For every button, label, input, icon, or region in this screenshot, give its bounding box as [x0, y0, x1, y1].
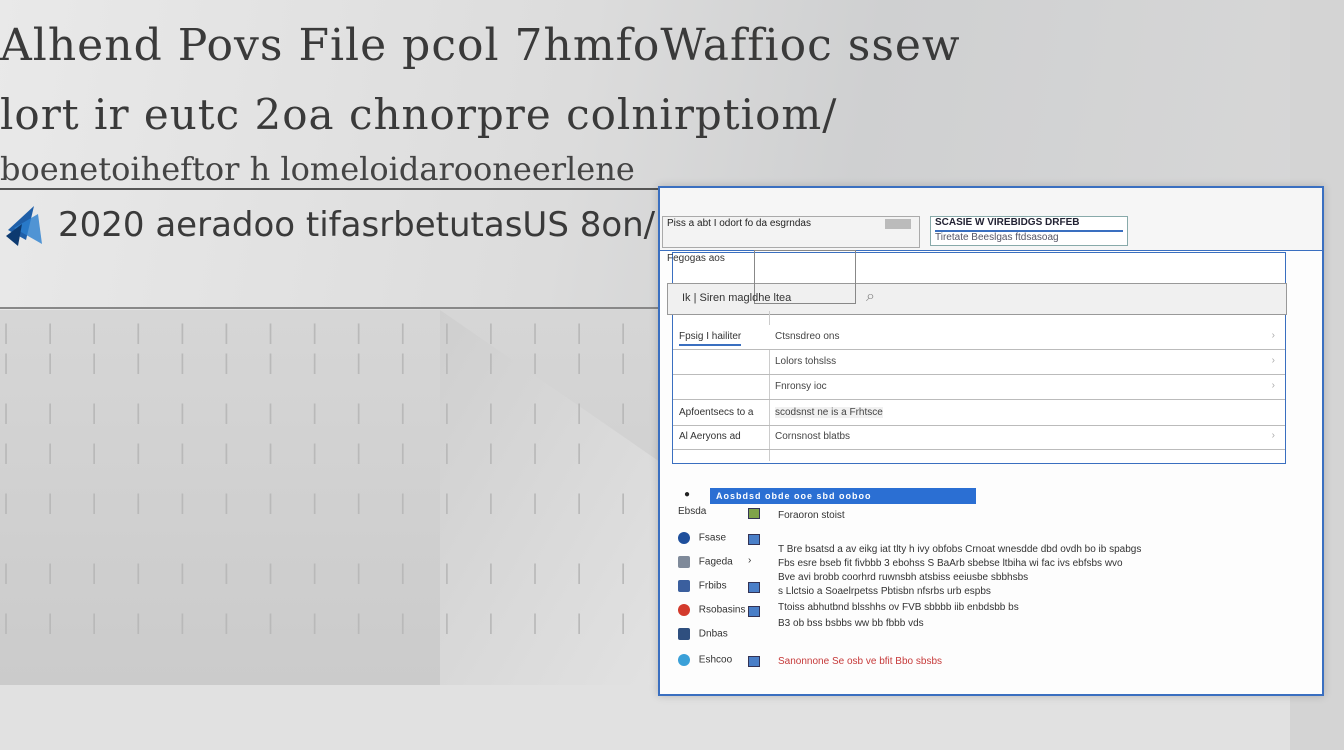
search-bar[interactable]: Ik | Siren magldhe ltea ⌕	[667, 250, 1287, 315]
tab-title: SCASIE W VIREBIDGS DRFEB	[935, 217, 1080, 228]
property-value: Ctsnsdreo ons	[775, 331, 840, 342]
description-line: Fbs esre bseb fit fivbbb 3 ebohss S BaAr…	[778, 558, 1123, 569]
properties-panel: Fegogas aos Ik | Siren magldhe ltea ⌕ Fp…	[667, 250, 1287, 464]
property-row[interactable]: Lolors tohslss ›	[673, 350, 1285, 375]
description-line: B3 ob bss bsbbs ww bb fbbb vds	[778, 618, 924, 629]
hero-heading-line-3: boenetoiheftor h lomeloidarooneerlene	[0, 150, 788, 190]
description-line: T Bre bsatsd a av eikg iat tlty h ivy ob…	[778, 544, 1142, 555]
ghost-text: | | | | | | | | | | | | | | | |	[0, 610, 684, 634]
circle-icon	[678, 532, 690, 544]
list-item-label: Eshcoo	[698, 654, 733, 666]
description-line: Bve avi brobb coorhrd ruwnsbh atsbiss ee…	[778, 572, 1029, 583]
ghost-text: | | | | | | | | | | | | | | | | |	[0, 560, 728, 584]
list-item[interactable]: Rsobasins	[678, 604, 760, 624]
list-item-label: Rsobasins	[698, 604, 746, 616]
chevron-right-icon: ›	[1271, 330, 1275, 341]
file-icon	[748, 606, 760, 617]
ghost-text: | | | | | | | | | | | | | |	[0, 440, 596, 464]
settings-window: Piss a abt I odort fo da esgrndas SCASIE…	[658, 186, 1324, 696]
divider	[0, 307, 660, 309]
property-value: Cornsnost blatbs	[775, 431, 851, 442]
search-label: Ik | Siren magldhe ltea	[682, 292, 792, 304]
list-item[interactable]: Frbibs	[678, 580, 760, 600]
section-label: Foraoron stoist	[778, 510, 845, 521]
list-item-label: Dnbas	[698, 628, 728, 640]
hero-heading-line-4: 2020 aeradoo tifasrbetutasUS 8on/	[58, 205, 656, 245]
description-line: Ttoiss abhutbnd blsshhs ov FVB sbbbb iib…	[778, 602, 1019, 613]
app-logo-icon	[6, 206, 42, 246]
list-item-label: Fsase	[698, 532, 727, 544]
property-row[interactable]: Apfoentsecs to a scodsnst ne is a Frhtsc…	[673, 401, 1285, 426]
panel-title: Fegogas aos	[667, 253, 725, 264]
file-icon	[748, 656, 760, 667]
grid-icon	[678, 628, 690, 640]
circle-icon	[678, 654, 690, 666]
chevron-right-icon: ›	[748, 555, 752, 566]
list-item[interactable]: Eshcoo	[678, 654, 760, 674]
breadcrumb[interactable]: Piss a abt I odort fo da esgrndas	[662, 216, 920, 248]
property-label: Fpsig I hailiter	[679, 331, 742, 346]
property-label: Apfoentsecs to a	[679, 407, 754, 418]
bullet-icon: ●	[684, 489, 691, 500]
chevron-right-icon: ›	[1271, 355, 1275, 366]
list-item-label: Fageda	[698, 556, 733, 568]
list-item[interactable]: Fageda ›	[678, 555, 751, 576]
list-item-label: Ebsda	[678, 506, 707, 517]
property-value: scodsnst ne is a Frhtsce	[775, 407, 883, 418]
hero-heading-line-1: Alhend Povs File pcol 7hmfoWaffioc ssew	[0, 20, 961, 71]
description-line: s Llctsio a Soaelrpetss Pbtisbn nfsrbs u…	[778, 586, 991, 597]
list-item[interactable]: Ebsda	[678, 506, 760, 526]
record-icon	[678, 604, 690, 616]
list-item[interactable]: Fsase	[678, 532, 760, 552]
file-icon	[748, 582, 760, 593]
tab-subtitle: Tiretate Beeslgas ftdsasoag	[935, 232, 1059, 243]
property-value: Fnronsy ioc	[775, 381, 827, 392]
folder-icon	[678, 580, 690, 592]
description-line: Sanonnone Se osb ve bfit Bbo sbsbs	[778, 656, 943, 667]
property-row[interactable]: Fnronsy ioc ›	[673, 375, 1285, 400]
list-item-label: Frbibs	[698, 580, 727, 592]
ghost-text: | | | | | | | | | | | | | | |	[0, 490, 640, 514]
window-toolbar: Piss a abt I odort fo da esgrndas SCASIE…	[660, 188, 1322, 251]
list-item[interactable]: Dnbas	[678, 628, 728, 648]
property-row[interactable]: Al Aeryons ad Cornsnost blatbs ›	[673, 425, 1285, 450]
tab-active[interactable]: SCASIE W VIREBIDGS DRFEB Tiretate Beeslg…	[930, 216, 1128, 246]
chevron-right-icon: ›	[1271, 430, 1275, 441]
property-row[interactable]: Fpsig I hailiter Ctsnsdreo ons ›	[673, 325, 1285, 350]
file-icon	[748, 508, 760, 519]
file-icon	[748, 534, 760, 545]
ghost-text: | | | | | | | | | | | | | | | |	[0, 350, 684, 374]
breadcrumb-text: Piss a abt I odort fo da esgrndas	[667, 218, 811, 229]
chevron-right-icon: ›	[1271, 380, 1275, 391]
ghost-text: | | | | | | | | | | | | | | |	[0, 400, 640, 424]
ghost-text: | | | | | | | | | | | | | | | |	[0, 320, 684, 344]
section-header-bar[interactable]: Aosbdsd obde ooe sbd ooboo	[710, 488, 976, 504]
hero-heading-line-2: lort ir eutc 2oa chnorpre colnirptiom/	[0, 90, 838, 139]
property-label: Al Aeryons ad	[679, 431, 741, 442]
breadcrumb-button[interactable]	[885, 219, 911, 229]
property-value: Lolors tohslss	[775, 356, 837, 367]
search-icon[interactable]: ⌕	[866, 288, 875, 306]
folder-icon	[678, 556, 690, 568]
